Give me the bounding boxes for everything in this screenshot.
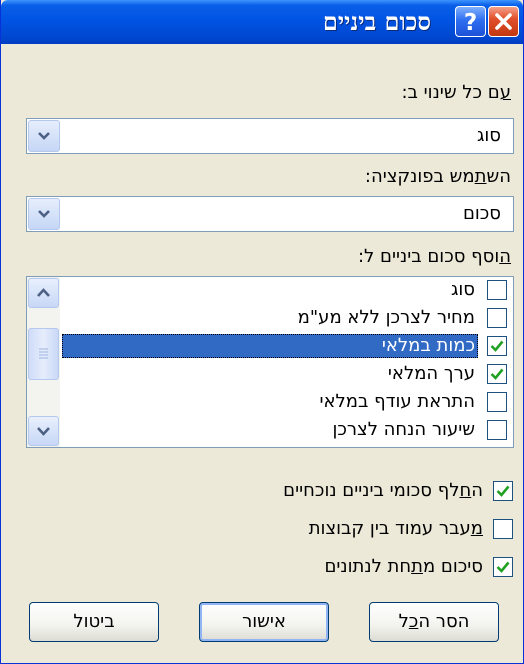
checkmark-icon	[490, 340, 504, 352]
list-item-label: ערך המלאי	[387, 363, 475, 384]
close-button[interactable]	[488, 6, 519, 37]
list-item-label: סוג	[450, 279, 475, 300]
list-item-checkbox[interactable]	[487, 364, 507, 384]
option-label: סיכום מתחת לנתונים	[324, 556, 483, 577]
checkmark-icon	[496, 561, 510, 573]
close-icon	[495, 13, 512, 30]
function-label: השתמש בפונקציה:	[364, 166, 511, 187]
option-label: החלף סכומי ביניים נוכחיים	[283, 480, 483, 501]
option-checkbox[interactable]	[493, 557, 513, 577]
subtotal-dialog: סכום ביניים ? עם כל שינוי ב: סוג השתמש ב…	[0, 0, 524, 664]
scroll-down-button[interactable]	[28, 416, 59, 446]
function-dropdown-button[interactable]	[28, 198, 60, 230]
list-item-checkbox[interactable]	[487, 308, 507, 328]
chevron-down-icon	[37, 427, 50, 436]
list-item-checkbox[interactable]	[487, 392, 507, 412]
list-item-label: כמות במלאי	[62, 334, 478, 358]
cancel-button[interactable]: ביטול	[29, 602, 159, 642]
add-subtotal-label: הוסף סכום ביניים ל:	[357, 246, 511, 267]
list-item[interactable]: התראת עודף במלאי	[62, 390, 511, 414]
svg-text:?: ?	[464, 10, 477, 36]
grip-icon	[39, 348, 48, 359]
chevron-down-icon	[38, 132, 50, 140]
checkmark-icon	[490, 368, 504, 380]
options-group: החלף סכומי ביניים נוכחיים מעבר עמוד בין ק…	[1, 476, 523, 596]
list-item-label: שיעור הנחה לצרכן	[332, 419, 475, 440]
list-item[interactable]: סוג	[62, 278, 511, 302]
function-combo[interactable]: סכום	[26, 196, 514, 232]
list-scrollbar[interactable]	[27, 277, 60, 447]
change-field-label: עם כל שינוי ב:	[401, 82, 511, 103]
change-field-value: סוג	[476, 125, 501, 146]
title-bar[interactable]: סכום ביניים ?	[1, 0, 523, 44]
option-checkbox[interactable]	[493, 481, 513, 501]
scroll-thumb[interactable]	[28, 328, 59, 380]
list-item-label: מחיר לצרכן ללא מע"מ	[297, 307, 475, 328]
option-2[interactable]: מעבר עמוד בין קבוצות	[1, 514, 523, 544]
change-field-label-text: ם כל שינוי ב:	[401, 82, 500, 103]
option-label: מעבר עמוד בין קבוצות	[308, 518, 483, 539]
list-item-checkbox[interactable]	[487, 336, 507, 356]
list-item-checkbox[interactable]	[487, 280, 507, 300]
chevron-down-icon	[38, 210, 50, 218]
option-checkbox[interactable]	[493, 519, 513, 539]
remove-all-button[interactable]: הסר הכל	[369, 602, 499, 642]
ok-button[interactable]: אישור	[199, 602, 329, 642]
option-3[interactable]: סיכום מתחת לנתונים	[1, 552, 523, 582]
option-1[interactable]: החלף סכומי ביניים נוכחיים	[1, 476, 523, 506]
checkmark-icon	[496, 485, 510, 497]
list-item[interactable]: מחיר לצרכן ללא מע"מ	[62, 306, 511, 330]
add-subtotal-list[interactable]: סוג מחיר לצרכן ללא מע"מ כמות במלאי ערך המלא…	[26, 276, 514, 448]
change-field-dropdown-button[interactable]	[28, 120, 60, 152]
function-value: סכום	[462, 203, 501, 224]
dialog-title: סכום ביניים	[322, 7, 431, 36]
list-item-checkbox[interactable]	[487, 420, 507, 440]
list-item-label: התראת עודף במלאי	[319, 391, 476, 412]
chevron-up-icon	[37, 288, 50, 297]
list-item[interactable]: כמות במלאי	[62, 334, 511, 358]
list-item[interactable]: שיעור הנחה לצרכן	[62, 418, 511, 442]
change-field-combo[interactable]: סוג	[26, 118, 514, 154]
help-question-icon: ?	[464, 10, 477, 36]
scroll-up-button[interactable]	[28, 278, 59, 308]
list-item[interactable]: ערך המלאי	[62, 362, 511, 386]
help-button[interactable]: ?	[455, 6, 486, 37]
